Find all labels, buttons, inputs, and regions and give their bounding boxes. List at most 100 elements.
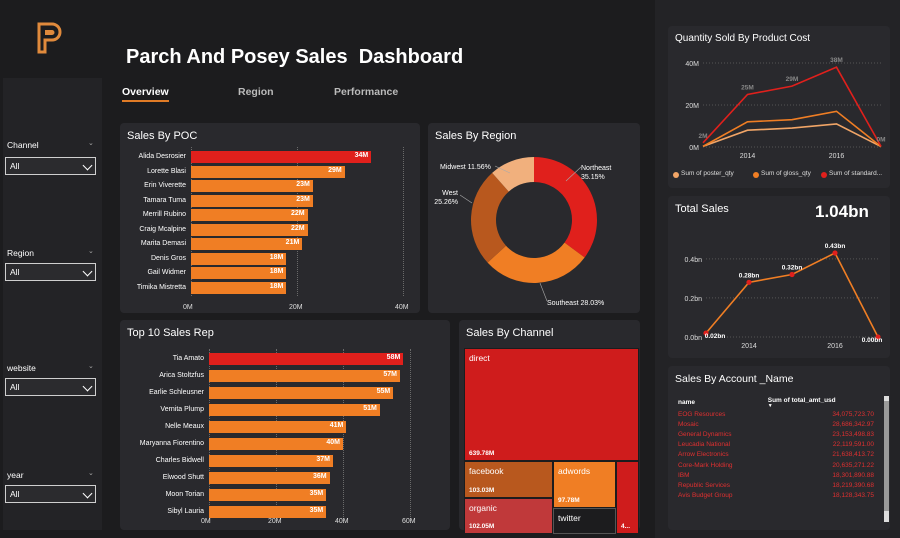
bar[interactable]: 57M [209, 370, 400, 382]
bar[interactable]: 22M [191, 223, 308, 236]
bar[interactable]: 22M [191, 209, 308, 221]
y-category-label: Maryanna Fiorentino [139, 440, 204, 447]
bar[interactable]: 40M [209, 438, 343, 450]
sales-by-account-panel[interactable]: Sales By Account _Name name Sum of total… [668, 366, 890, 530]
treemap-tile-value: 97.78M [558, 497, 580, 504]
y-category-label: Denis Gros [150, 254, 186, 262]
account-table[interactable]: name Sum of total_amt_usd ▼ EOG Resources… [676, 396, 876, 501]
bar[interactable]: 18M [191, 267, 287, 279]
table-row[interactable]: Avis Budget Group 18,128,343.75 [676, 491, 876, 501]
y-tick-label: 0.2bn [684, 296, 702, 303]
bar[interactable]: 51M [209, 404, 380, 416]
column-header-name[interactable]: name [676, 396, 766, 409]
account-name-cell: Republic Services [678, 481, 731, 489]
legend-label: Sum of standard... [829, 170, 883, 177]
table-row[interactable]: General Dynamics 23,153,498.83 [676, 429, 876, 439]
chevron-up-icon[interactable]: ⌄ [88, 247, 94, 255]
treemap-tile-label: direct [469, 353, 490, 363]
data-point [746, 279, 752, 285]
y-category-label: Timika Mistretta [136, 283, 186, 291]
tab-performance[interactable]: Performance [334, 86, 398, 98]
year-dropdown[interactable]: All [5, 485, 96, 503]
bar[interactable]: 58M [209, 353, 404, 365]
account-name-cell: Leucadia National [678, 441, 731, 449]
bar-value-label: 36M [312, 473, 327, 480]
bar[interactable]: 35M [209, 489, 327, 501]
table-row[interactable]: EOG Resources 34,075,723.70 [676, 409, 876, 419]
donut-slice [534, 157, 597, 258]
table-row[interactable]: IBM 18,301,890.88 [676, 470, 876, 480]
website-dropdown[interactable]: All [5, 378, 96, 396]
table-row[interactable]: Mosaic 28,686,342.97 [676, 419, 876, 429]
bar[interactable]: 29M [191, 165, 345, 178]
table-row[interactable]: Arrow Electronics 21,638,413.72 [676, 450, 876, 460]
legend-swatch [673, 172, 679, 178]
bar[interactable]: 41M [209, 421, 347, 433]
top-sales-rep-panel[interactable]: Top 10 Sales Rep 0M 20M 40M 60M Tia Amato 58M… [120, 320, 450, 530]
tab-overview[interactable]: Overview [122, 86, 169, 102]
y-category-label: Gail Widmer [147, 269, 186, 276]
donut-slice-label: 35.15% [581, 174, 605, 181]
legend-swatch [753, 172, 759, 178]
amount-cell: 22,119,591.00 [832, 441, 874, 449]
scrollbar-thumb[interactable] [884, 401, 889, 511]
amount-cell: 18,219,390.68 [832, 481, 874, 489]
bar[interactable]: 21M [191, 238, 303, 250]
region-dropdown[interactable]: All [5, 263, 96, 281]
x-tick-label: 20M [289, 304, 303, 311]
data-point [789, 271, 795, 278]
channel-dropdown-value: All [10, 161, 20, 171]
chevron-up-icon[interactable]: ⌄ [88, 469, 94, 477]
sales-by-channel-panel[interactable]: Sales By Channel direct 639.78M facebook… [459, 320, 640, 534]
bar[interactable]: 37M [209, 455, 333, 467]
bar[interactable]: 23M [191, 194, 313, 207]
table-row[interactable]: Republic Services 18,219,390.68 [676, 480, 876, 490]
bar[interactable]: 18M [191, 281, 287, 294]
y-tick-label: 40M [685, 61, 699, 68]
treemap-tile[interactable]: facebook 103.03M [464, 461, 553, 498]
bar-value-label: 18M [269, 282, 284, 290]
chevron-up-icon[interactable]: ⌄ [88, 362, 94, 370]
website-dropdown-value: All [10, 382, 20, 392]
total-sales-panel[interactable]: Total Sales 1.04bn 0.0bn 0.2bn 0.4bn 2014 20… [668, 196, 890, 358]
chevron-up-icon[interactable]: ⌄ [88, 139, 94, 147]
x-tick-label: 2014 [741, 343, 757, 350]
account-name-cell: IBM [678, 471, 690, 479]
treemap-tile[interactable]: organic 102.05M [464, 498, 553, 534]
qty-by-cost-panel[interactable]: Quantity Sold By Product Cost 0M 20M 40M 20… [668, 26, 890, 188]
amount-cell: 18,301,890.88 [832, 471, 874, 479]
data-label: 0.32bn [782, 264, 803, 271]
treemap-tile[interactable]: 4... [616, 461, 639, 534]
bar-value-label: 35M [309, 490, 324, 497]
table-row[interactable]: Core-Mark Holding 20,635,271.22 [676, 460, 876, 470]
y-category-label: Moon Torian [165, 491, 204, 498]
channel-dropdown[interactable]: All [5, 157, 96, 175]
chevron-down-icon [82, 381, 93, 392]
table-row[interactable]: Leucadia National 22,119,591.00 [676, 440, 876, 450]
y-category-label: Alida Desrosier [138, 153, 186, 160]
bar[interactable]: 34M [191, 151, 372, 163]
channel-filter-label: Channel [7, 140, 39, 150]
chevron-down-icon [82, 488, 93, 499]
y-category-label: Vernita Plump [160, 406, 204, 413]
bar-value-label: 51M [363, 405, 377, 412]
y-category-label: Earlie Schleusner [149, 389, 204, 396]
account-name-cell: General Dynamics [678, 430, 732, 438]
sales-by-poc-panel[interactable]: Sales By POC 0M 20M 40M Alida Desrosier 34M L… [120, 123, 420, 313]
treemap-tile[interactable]: twitter [553, 508, 616, 534]
sales-by-region-panel[interactable]: Sales By Region Northeast 35.15% Southeast… [428, 123, 640, 313]
table-scrollbar[interactable] [884, 396, 889, 522]
bar[interactable]: 18M [191, 252, 287, 265]
treemap-tile-value: 639.78M [469, 450, 495, 457]
treemap-tile-value: 102.05M [469, 523, 495, 530]
bar-value-label: 37M [316, 456, 330, 463]
treemap-tile[interactable]: direct 639.78M [464, 348, 639, 461]
treemap-tile[interactable]: adwords 97.78M [553, 461, 616, 508]
bar[interactable]: 55M [209, 387, 394, 399]
y-category-label: Sibyl Lauria [167, 508, 204, 515]
column-header-amount[interactable]: Sum of total_amt_usd ▼ [766, 396, 876, 409]
tab-region[interactable]: Region [238, 86, 274, 98]
bar[interactable]: 35M [209, 506, 327, 518]
bar[interactable]: 23M [191, 180, 313, 192]
bar[interactable]: 36M [209, 472, 330, 484]
